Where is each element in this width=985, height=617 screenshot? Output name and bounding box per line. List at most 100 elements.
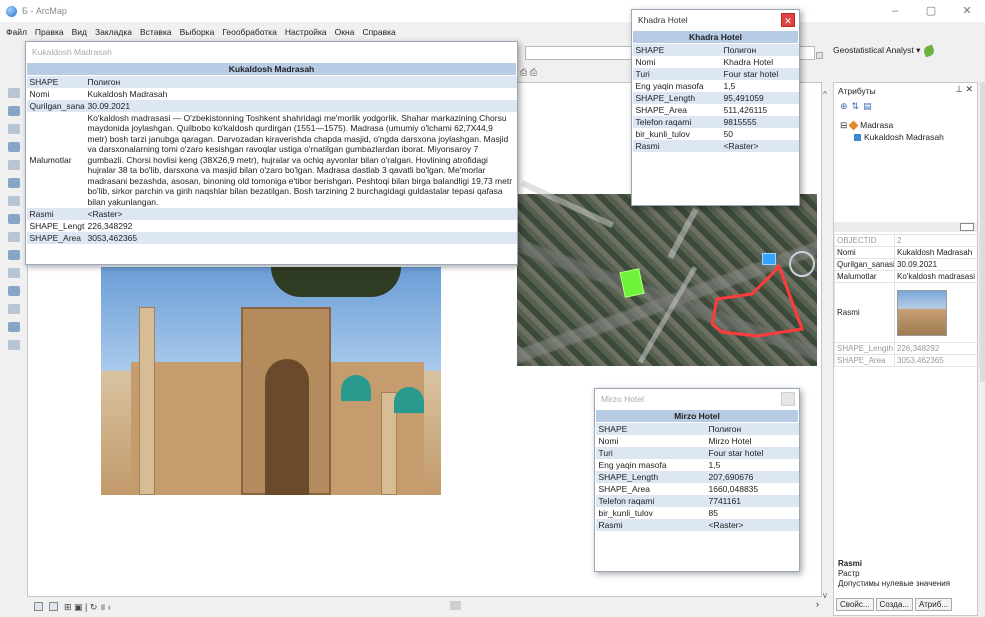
field-value[interactable]: 226,348292 <box>894 342 980 355</box>
pane-controls[interactable]: ⊥ ✕ <box>955 84 973 95</box>
table-row[interactable]: SHAPE_Area 3053,462365 <box>834 354 980 367</box>
zoom-out-icon[interactable] <box>8 106 20 116</box>
chevron-down-icon[interactable] <box>816 52 823 59</box>
layout-view-icon[interactable] <box>49 601 58 611</box>
sort-icon[interactable]: ⇅ <box>852 101 860 112</box>
field-value[interactable]: Ko'kaldosh madrasasi <box>894 270 980 283</box>
menu-view[interactable]: Вид <box>72 27 87 37</box>
scroll-right-arrow[interactable]: › <box>816 599 819 609</box>
menu-windows[interactable]: Окна <box>335 27 355 37</box>
minimize-button[interactable]: – <box>877 0 913 22</box>
splitter[interactable] <box>834 222 977 232</box>
globe-icon[interactable] <box>8 142 20 152</box>
menu-file[interactable]: Файл <box>6 27 27 37</box>
field-name: OBJECTID <box>834 234 895 247</box>
find-icon[interactable] <box>8 268 20 278</box>
table-row[interactable]: Malumotlar Ko'kaldosh madrasasi <box>834 270 980 283</box>
tree-item-layer[interactable]: ⊟ Madrasa <box>840 119 977 131</box>
table-row: Turi Four star hotel <box>595 446 799 459</box>
data-view-icon[interactable] <box>34 601 43 611</box>
back-arrow-icon[interactable] <box>8 178 20 188</box>
geostatistical-analyst-menu[interactable]: Geostatistical Analyst ▾ <box>833 44 936 57</box>
tab-properties[interactable]: Свойс... <box>836 598 874 611</box>
time-slider-icon[interactable] <box>8 322 20 332</box>
tab-attributes[interactable]: Атриб... <box>914 598 952 611</box>
chevron-up-icon[interactable]: ^ <box>823 90 827 99</box>
popup-header: Kukaldosh Madrasah <box>26 62 517 76</box>
close-icon[interactable]: ✕ <box>781 13 795 27</box>
grid-icon[interactable] <box>960 223 974 231</box>
menu-help[interactable]: Справка <box>362 27 395 37</box>
mirzo-identify-popup[interactable]: Mirzo Hotel ✕ Mirzo Hotel SHAPE Полигон N… <box>594 388 800 572</box>
field-value-raster[interactable] <box>894 282 980 343</box>
refresh-icon[interactable]: ⊕ <box>840 101 848 112</box>
menu-geoprocessing[interactable]: Геообработка <box>222 27 276 37</box>
leaf-icon[interactable] <box>923 44 936 57</box>
select-arrow-icon[interactable] <box>8 214 20 224</box>
menu-insert[interactable]: Вставка <box>140 27 172 37</box>
expand-icon[interactable]: ⊟ <box>840 119 847 131</box>
layer-icon[interactable] <box>8 340 20 350</box>
hyperlink-icon[interactable] <box>8 286 20 296</box>
table-row[interactable]: Rasmi <box>834 282 980 343</box>
popup-title[interactable]: Mirzo Hotel ✕ <box>595 389 799 409</box>
route-overlay <box>710 251 815 338</box>
print-icon[interactable]: ⎙ ⎙ <box>520 67 537 78</box>
field-value: Полигон <box>720 43 799 56</box>
khadra-identify-popup[interactable]: Khadra Hotel ✕ Khadra Hotel SHAPE Полигон… <box>631 9 800 206</box>
tab-create[interactable]: Созда... <box>875 598 913 611</box>
table-row[interactable]: Nomi Kukaldosh Madrasah <box>834 246 980 259</box>
table-row[interactable]: Qurilgan_sanasi 30.09.2021 <box>834 258 980 271</box>
minaret <box>139 307 155 495</box>
field-value[interactable]: Kukaldosh Madrasah <box>894 246 980 259</box>
table-row[interactable]: SHAPE_Length 226,348292 <box>834 342 980 355</box>
forward-arrow-icon[interactable] <box>8 196 20 206</box>
pan-icon[interactable] <box>8 124 20 134</box>
table-row: SHAPE Полигон <box>26 75 517 88</box>
menu-edit[interactable]: Правка <box>35 27 64 37</box>
field-name: Nomi <box>834 246 895 259</box>
full-extent-icon[interactable] <box>8 160 20 170</box>
field-value: 9815555 <box>720 115 799 128</box>
field-info: Rasmi Растр Допустимы нулевые значения <box>838 559 950 589</box>
identify-icon[interactable] <box>8 232 20 242</box>
status-controls[interactable]: ⊞ ▣ | ↻ ॥ ‹ <box>64 600 111 613</box>
table-row[interactable]: OBJECTID 2 <box>834 234 980 247</box>
menu-selection[interactable]: Выборка <box>180 27 215 37</box>
popup-title[interactable]: Khadra Hotel ✕ <box>632 10 799 30</box>
satellite-map-image[interactable] <box>517 194 817 366</box>
popup-title[interactable]: Kukaldosh Madrasah <box>26 42 517 62</box>
dome <box>341 375 371 401</box>
window-title: Б - ArcMap <box>22 6 67 16</box>
layer-icon <box>848 120 859 130</box>
kukaldosh-identify-popup[interactable]: Kukaldosh Madrasah Kukaldosh Madrasah SH… <box>25 41 518 265</box>
options-icon[interactable]: ▤ <box>863 101 872 112</box>
side-dock-strip[interactable] <box>980 82 985 382</box>
maximize-button[interactable]: ▢ <box>913 0 949 22</box>
field-name: SHAPE_Length <box>595 470 706 483</box>
zoom-in-icon[interactable] <box>8 88 20 98</box>
close-icon[interactable]: ✕ <box>781 392 795 406</box>
close-window-button[interactable]: ✕ <box>949 0 985 22</box>
table-row: SHAPE_Length 207,690676 <box>595 470 799 483</box>
html-popup-icon[interactable] <box>8 304 20 314</box>
menu-bookmarks[interactable]: Закладка <box>95 27 132 37</box>
field-value: 1,5 <box>708 459 721 470</box>
field-value[interactable]: 2 <box>894 234 980 247</box>
field-name: SHAPE_Length <box>29 221 85 231</box>
hotel-polygon[interactable] <box>762 253 776 265</box>
table-row: bir_kunli_tulov 50 <box>633 128 799 140</box>
field-name: SHAPE_Area <box>834 354 895 367</box>
field-name: Turi <box>595 446 706 459</box>
field-value[interactable]: 3053,462365 <box>894 354 980 367</box>
field-name: SHAPE_Length <box>834 342 895 355</box>
menu-customize[interactable]: Настройка <box>285 27 327 37</box>
tree-item-feature[interactable]: Kukaldosh Madrasah <box>840 131 977 143</box>
table-row: SHAPE_Area 1660,048835 <box>596 483 799 495</box>
measure-icon[interactable] <box>8 250 20 260</box>
field-name: SHAPE <box>632 43 721 56</box>
table-row: Eng yaqin masofa 1,5 <box>633 80 799 92</box>
field-value[interactable]: 30.09.2021 <box>894 258 980 271</box>
horizontal-scrollbar[interactable] <box>450 601 461 610</box>
field-name: Nomi <box>29 88 50 99</box>
